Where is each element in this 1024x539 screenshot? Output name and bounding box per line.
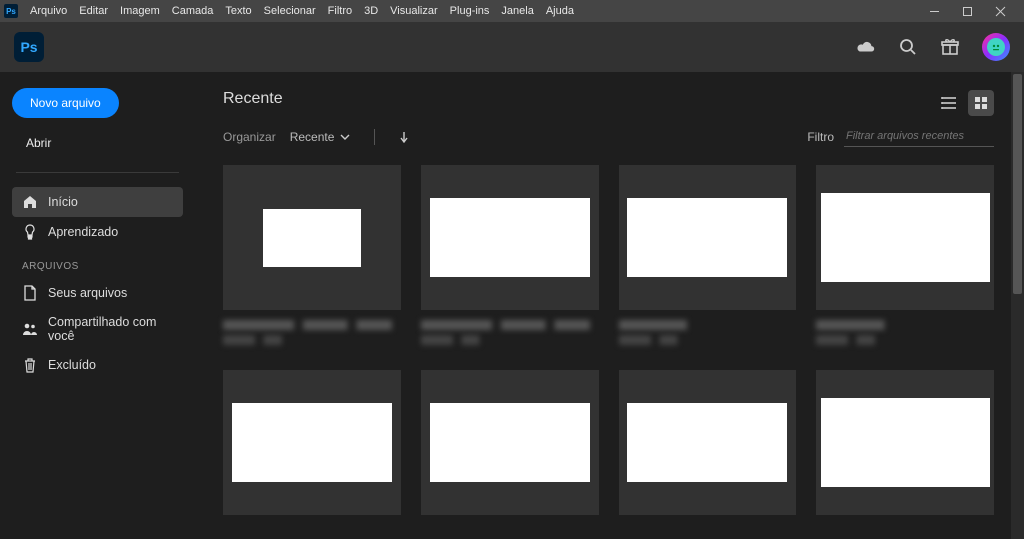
thumbnail bbox=[816, 370, 994, 515]
close-button[interactable] bbox=[995, 6, 1006, 17]
sidebar-item-shared[interactable]: Compartilhado com você bbox=[12, 308, 183, 350]
card-meta bbox=[619, 320, 797, 350]
sidebar-item-your-files[interactable]: Seus arquivos bbox=[12, 278, 183, 308]
menu-bar: Ps Arquivo Editar Imagem Camada Texto Se… bbox=[0, 0, 1024, 22]
organize-label: Organizar bbox=[223, 130, 276, 144]
open-button[interactable]: Abrir bbox=[12, 128, 65, 158]
content-toolbar: Organizar Recente Filtro bbox=[223, 126, 994, 147]
page-title: Recente bbox=[223, 90, 994, 108]
thumbnail bbox=[619, 165, 797, 310]
minimize-button[interactable] bbox=[929, 6, 940, 17]
user-avatar[interactable] bbox=[982, 33, 1010, 61]
menu-ajuda[interactable]: Ajuda bbox=[540, 5, 580, 17]
app-badge-text: Ps bbox=[6, 7, 16, 16]
cloud-icon[interactable] bbox=[856, 37, 876, 57]
sort-dropdown[interactable]: Recente bbox=[290, 130, 351, 144]
sort-controls: Organizar Recente bbox=[223, 129, 409, 145]
thumbnail bbox=[223, 165, 401, 310]
sidebar-section-header: ARQUIVOS bbox=[12, 247, 183, 278]
grid-view-button[interactable] bbox=[968, 90, 994, 116]
scrollbar-track[interactable] bbox=[1011, 72, 1024, 539]
recent-card[interactable] bbox=[619, 165, 797, 350]
sidebar-item-label: Compartilhado com você bbox=[48, 315, 173, 343]
recent-card[interactable] bbox=[223, 370, 401, 515]
sidebar-separator bbox=[16, 172, 179, 173]
card-meta bbox=[816, 320, 994, 350]
sidebar: Novo arquivo Abrir Início Aprendizado AR… bbox=[0, 72, 195, 539]
app-logo: Ps bbox=[14, 32, 44, 62]
lightbulb-icon bbox=[22, 224, 38, 240]
recent-grid bbox=[223, 165, 994, 515]
menu-texto[interactable]: Texto bbox=[219, 5, 257, 17]
file-icon bbox=[22, 285, 38, 301]
thumbnail bbox=[223, 370, 401, 515]
list-view-button[interactable] bbox=[936, 90, 962, 116]
menu-camada[interactable]: Camada bbox=[166, 5, 220, 17]
sidebar-item-label: Excluído bbox=[48, 358, 96, 372]
recent-card[interactable] bbox=[816, 165, 994, 350]
menu-arquivo[interactable]: Arquivo bbox=[24, 5, 73, 17]
avatar-inner bbox=[987, 38, 1005, 56]
thumbnail bbox=[421, 370, 599, 515]
recent-card[interactable] bbox=[223, 165, 401, 350]
view-toggle bbox=[936, 90, 994, 116]
menu-3d[interactable]: 3D bbox=[358, 5, 384, 17]
sidebar-item-label: Início bbox=[48, 195, 78, 209]
maximize-button[interactable] bbox=[962, 6, 973, 17]
sidebar-item-deleted[interactable]: Excluído bbox=[12, 350, 183, 380]
people-icon bbox=[22, 321, 38, 337]
thumbnail bbox=[619, 370, 797, 515]
recent-card[interactable] bbox=[421, 165, 599, 350]
thumbnail bbox=[816, 165, 994, 310]
sidebar-item-home[interactable]: Início bbox=[12, 187, 183, 217]
menu-visualizar[interactable]: Visualizar bbox=[384, 5, 444, 17]
menu-filtro[interactable]: Filtro bbox=[322, 5, 358, 17]
search-icon[interactable] bbox=[898, 37, 918, 57]
gift-icon[interactable] bbox=[940, 37, 960, 57]
filter-controls: Filtro bbox=[807, 126, 994, 147]
new-file-button[interactable]: Novo arquivo bbox=[12, 88, 119, 118]
thumbnail bbox=[421, 165, 599, 310]
menu-imagem[interactable]: Imagem bbox=[114, 5, 166, 17]
recent-card[interactable] bbox=[421, 370, 599, 515]
trash-icon bbox=[22, 357, 38, 373]
home-icon bbox=[22, 194, 38, 210]
header-bar: Ps bbox=[0, 22, 1024, 72]
toolbar-divider bbox=[374, 129, 375, 145]
sort-direction-button[interactable] bbox=[399, 131, 409, 143]
filter-input[interactable] bbox=[844, 126, 994, 147]
chevron-down-icon bbox=[340, 134, 350, 140]
menu-janela[interactable]: Janela bbox=[495, 5, 539, 17]
sort-value: Recente bbox=[290, 130, 335, 144]
menu-selecionar[interactable]: Selecionar bbox=[258, 5, 322, 17]
sidebar-item-learn[interactable]: Aprendizado bbox=[12, 217, 183, 247]
recent-card[interactable] bbox=[619, 370, 797, 515]
card-meta bbox=[223, 320, 401, 350]
app-logo-text: Ps bbox=[20, 39, 37, 55]
recent-card[interactable] bbox=[816, 370, 994, 515]
card-meta bbox=[421, 320, 599, 350]
sidebar-item-label: Seus arquivos bbox=[48, 286, 127, 300]
menu-editar[interactable]: Editar bbox=[73, 5, 114, 17]
menu-plugins[interactable]: Plug-ins bbox=[444, 5, 496, 17]
header-actions bbox=[856, 33, 1010, 61]
main-area: Novo arquivo Abrir Início Aprendizado AR… bbox=[0, 72, 1024, 539]
filter-label: Filtro bbox=[807, 130, 834, 144]
window-controls bbox=[929, 6, 1020, 17]
scrollbar-thumb[interactable] bbox=[1013, 74, 1022, 294]
sidebar-item-label: Aprendizado bbox=[48, 225, 118, 239]
content-area: Recente Organizar Recente Filtro bbox=[195, 72, 1024, 539]
app-badge-small: Ps bbox=[4, 4, 18, 18]
